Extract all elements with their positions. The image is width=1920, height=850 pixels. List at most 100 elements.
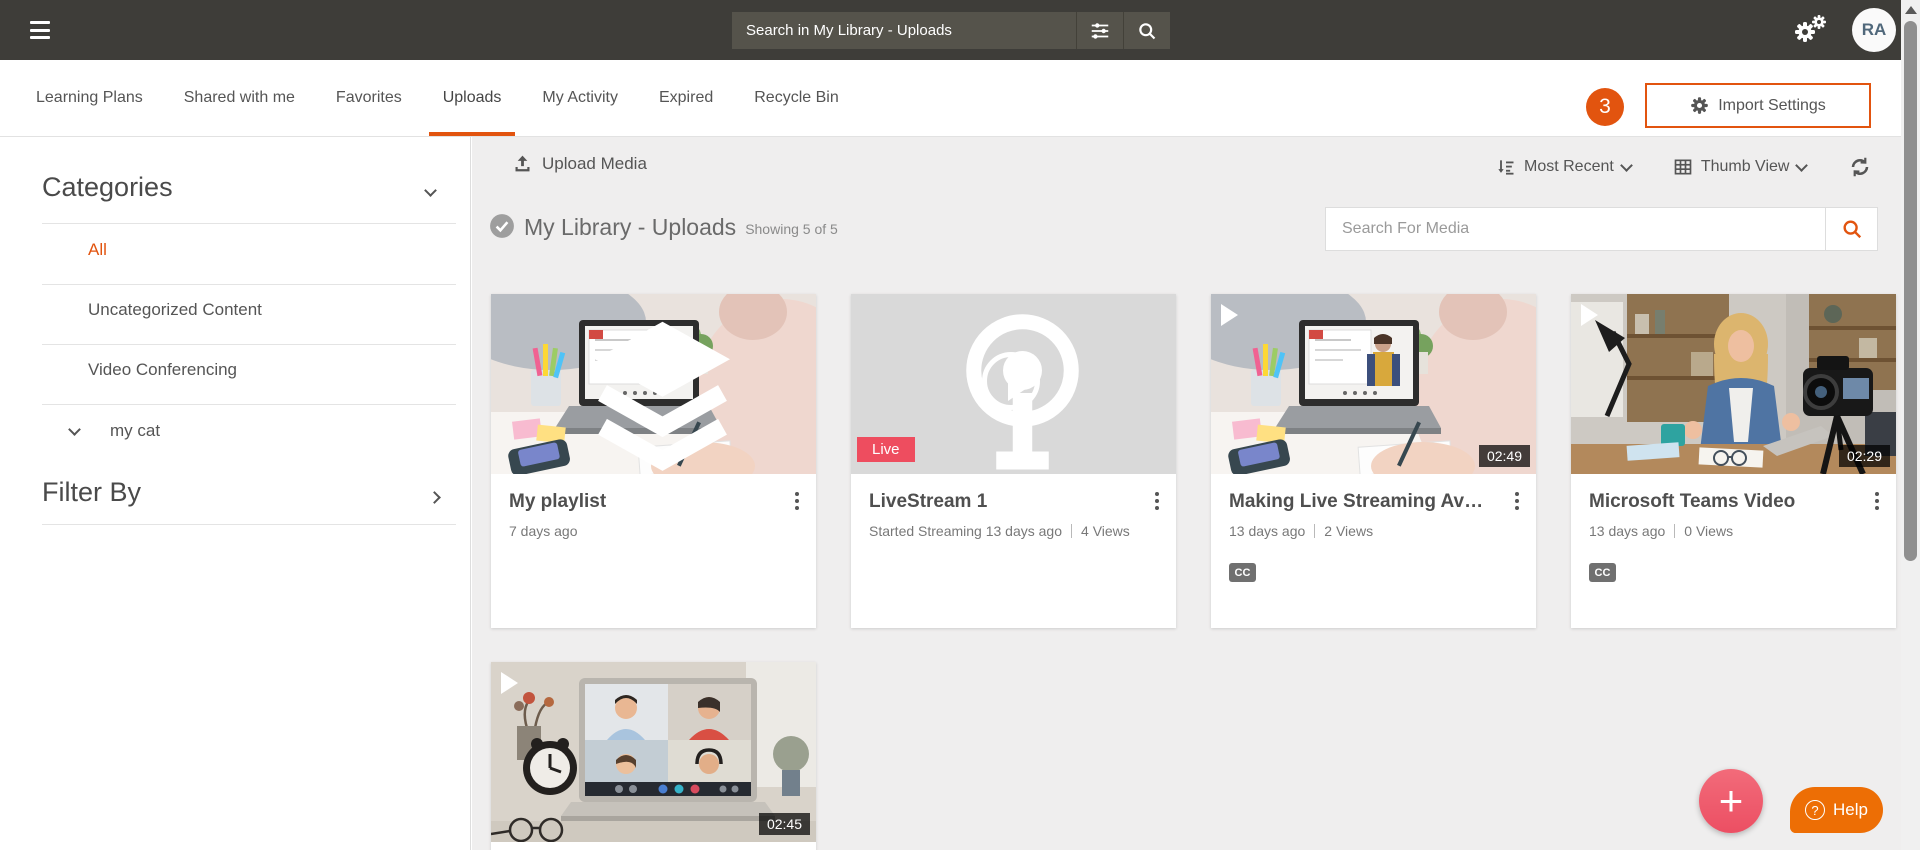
- check-circle-icon: [489, 213, 515, 239]
- search-icon: [1137, 21, 1157, 41]
- media-title[interactable]: My playlist: [509, 491, 774, 513]
- media-title[interactable]: LiveStream 1: [869, 491, 1134, 513]
- question-mark-icon: ?: [1805, 800, 1825, 820]
- sidebar-item-uncategorized[interactable]: Uncategorized Content: [88, 300, 262, 320]
- header-search-button[interactable]: [1124, 12, 1170, 49]
- header-search-panel: [732, 12, 1170, 49]
- media-views: 4 Views: [1081, 523, 1130, 539]
- media-search-box: [1325, 207, 1878, 251]
- media-card-microsoft-teams-video: 02:29 Microsoft Teams Video 13 days ago …: [1571, 294, 1896, 628]
- tab-my-activity[interactable]: My Activity: [540, 60, 620, 136]
- media-thumbnail[interactable]: 02:29: [1571, 294, 1896, 474]
- play-icon: [501, 672, 518, 694]
- media-card-my-playlist: My playlist 7 days ago: [491, 294, 816, 628]
- chevron-down-icon[interactable]: [68, 423, 81, 436]
- kebab-menu-button[interactable]: [1152, 489, 1162, 513]
- tab-shared-with-me[interactable]: Shared with me: [182, 60, 297, 136]
- gear-icon: [1690, 96, 1709, 115]
- sort-dropdown[interactable]: Most Recent: [1496, 157, 1631, 177]
- categories-heading[interactable]: Categories: [42, 172, 173, 203]
- tab-favorites[interactable]: Favorites: [334, 60, 404, 136]
- media-search-input[interactable]: [1326, 208, 1825, 250]
- sidebar-item-all[interactable]: All: [88, 240, 107, 260]
- refresh-icon: [1848, 155, 1872, 179]
- admin-gears-button[interactable]: [1792, 13, 1828, 47]
- card-info: Making Live Streaming Av… 13 days ago 2 …: [1211, 474, 1536, 539]
- media-thumbnail[interactable]: [491, 294, 816, 474]
- divider: [1314, 524, 1315, 538]
- chevron-down-icon: [1620, 159, 1633, 172]
- duration-badge: 02:45: [759, 813, 810, 835]
- refresh-button[interactable]: [1848, 155, 1872, 179]
- import-settings-button[interactable]: Import Settings: [1645, 83, 1871, 128]
- card-info: [491, 842, 816, 850]
- media-card-video-conference: 02:45: [491, 662, 816, 850]
- media-views: 2 Views: [1324, 523, 1373, 539]
- sidebar-item-video-conferencing[interactable]: Video Conferencing: [88, 360, 237, 380]
- tab-recycle-bin[interactable]: Recycle Bin: [752, 60, 840, 136]
- divider: [42, 344, 456, 345]
- sidebar: Categories All Uncategorized Content Vid…: [0, 137, 471, 850]
- page-scrollbar: [1901, 0, 1920, 850]
- scrollbar-thumb[interactable]: [1904, 21, 1917, 561]
- duration-badge: 02:29: [1839, 445, 1890, 467]
- add-media-fab[interactable]: +: [1699, 769, 1763, 833]
- media-card-livestream-1: Live LiveStream 1 Started Streaming 13 d…: [851, 294, 1176, 628]
- search-filters-button[interactable]: [1077, 12, 1123, 49]
- closed-captions-badge: CC: [1589, 563, 1616, 582]
- page-title: My Library - Uploads: [524, 216, 736, 239]
- search-icon: [1841, 218, 1863, 240]
- filter-by-heading[interactable]: Filter By: [42, 477, 141, 508]
- scrollbar-up-arrow[interactable]: [1905, 6, 1917, 14]
- play-icon: [1581, 304, 1598, 326]
- help-button[interactable]: ? Help: [1790, 787, 1883, 833]
- media-grid: My playlist 7 days ago: [491, 294, 1896, 850]
- kebab-menu-button[interactable]: [1872, 489, 1882, 513]
- user-avatar[interactable]: RA: [1852, 8, 1896, 52]
- grid-view-icon: [1673, 157, 1693, 177]
- media-views: 0 Views: [1684, 523, 1733, 539]
- divider: [42, 284, 456, 285]
- view-dropdown[interactable]: Thumb View: [1673, 157, 1807, 177]
- media-search-button[interactable]: [1825, 208, 1877, 250]
- media-date: 13 days ago: [1229, 523, 1305, 539]
- duration-badge: 02:49: [1479, 445, 1530, 467]
- hamburger-menu-icon[interactable]: [30, 21, 50, 39]
- tutorial-step-badge: 3: [1586, 88, 1624, 126]
- sliders-icon: [1089, 20, 1111, 42]
- media-thumbnail[interactable]: 02:45: [491, 662, 816, 842]
- media-thumbnail[interactable]: Live: [851, 294, 1176, 474]
- tab-uploads[interactable]: Uploads: [441, 60, 504, 136]
- media-title[interactable]: Making Live Streaming Av…: [1229, 491, 1494, 513]
- divider: [42, 524, 456, 525]
- help-label: Help: [1833, 800, 1868, 820]
- top-header-bar: RA: [0, 0, 1920, 60]
- library-header: My Library - Uploads Showing 5 of 5: [489, 213, 838, 239]
- media-title[interactable]: Microsoft Teams Video: [1589, 491, 1854, 513]
- kebab-menu-button[interactable]: [1512, 489, 1522, 513]
- header-search-input[interactable]: [732, 12, 1076, 49]
- list-controls: Most Recent Thumb View: [1496, 155, 1872, 179]
- live-badge: Live: [857, 437, 915, 462]
- kebab-menu-button[interactable]: [792, 489, 802, 513]
- play-button-icon: [982, 352, 1040, 410]
- upload-media-button[interactable]: Upload Media: [512, 153, 647, 174]
- chevron-right-icon: [428, 491, 441, 504]
- media-card-making-live-streaming: 02:49 Making Live Streaming Av… 13 days …: [1211, 294, 1536, 628]
- sidebar-item-my-cat[interactable]: my cat: [110, 421, 160, 441]
- closed-captions-badge: CC: [1229, 563, 1256, 582]
- card-info: My playlist 7 days ago: [491, 474, 816, 539]
- media-thumbnail[interactable]: 02:49: [1211, 294, 1536, 474]
- sort-label: Most Recent: [1524, 158, 1614, 176]
- main-content: Upload Media Most Recent Thumb View: [472, 137, 1920, 850]
- playlist-icon: [500, 303, 816, 474]
- mediaspace-app: RA Learning Plans Shared with me Favorit…: [0, 0, 1920, 850]
- tab-expired[interactable]: Expired: [657, 60, 715, 136]
- tab-learning-plans[interactable]: Learning Plans: [34, 60, 145, 136]
- import-settings-label: Import Settings: [1718, 97, 1826, 115]
- sort-icon: [1496, 157, 1516, 177]
- chevron-down-icon: [424, 184, 437, 197]
- upload-media-label: Upload Media: [542, 154, 647, 174]
- card-info: Microsoft Teams Video 13 days ago 0 View…: [1571, 474, 1896, 539]
- divider: [1071, 524, 1072, 538]
